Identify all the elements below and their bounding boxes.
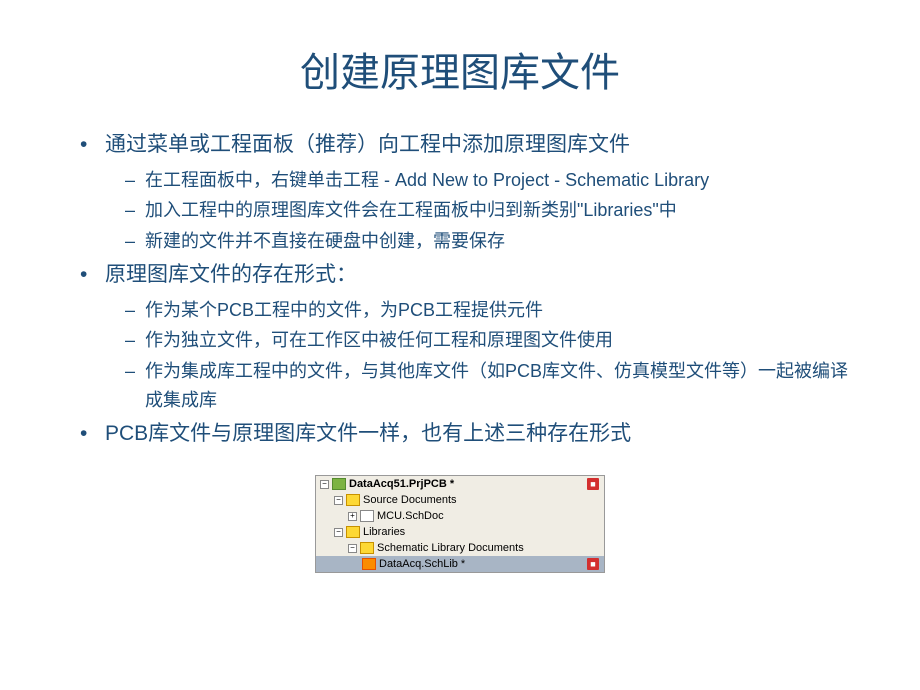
tree-row-schlib-file[interactable]: DataAcq.SchLib * ■ (316, 556, 604, 572)
bullet-level2: 加入工程中的原理图库文件会在工程面板中归到新类别"Libraries"中 (125, 196, 860, 225)
info-icon[interactable]: ■ (587, 558, 599, 570)
tree-label: DataAcq.SchLib * (379, 558, 465, 570)
document-icon (360, 510, 374, 522)
folder-icon (346, 526, 360, 538)
folder-icon (360, 542, 374, 554)
slide-title: 创建原理图库文件 (60, 40, 860, 98)
tree-label: Schematic Library Documents (377, 542, 524, 554)
collapse-icon[interactable]: + (348, 512, 357, 521)
tree-row-schdoc[interactable]: + MCU.SchDoc (316, 508, 604, 524)
tree-row-schlib-docs[interactable]: − Schematic Library Documents (316, 540, 604, 556)
project-icon (332, 478, 346, 490)
bullet-level2: 新建的文件并不直接在硬盘中创建，需要保存 (125, 227, 860, 256)
schlib-icon (362, 558, 376, 570)
bullet-level2: 作为某个PCB工程中的文件，为PCB工程提供元件 (125, 296, 860, 325)
tree-label: Libraries (363, 526, 405, 538)
bullet-level1: 通过菜单或工程面板（推荐）向工程中添加原理图库文件 (80, 128, 860, 162)
tree-row-libraries[interactable]: − Libraries (316, 524, 604, 540)
tree-label: DataAcq51.PrjPCB * (349, 478, 454, 490)
info-icon[interactable]: ■ (587, 478, 599, 490)
tree-row-project[interactable]: − DataAcq51.PrjPCB * ■ (316, 476, 604, 492)
slide-content: 通过菜单或工程面板（推荐）向工程中添加原理图库文件 在工程面板中，右键单击工程 … (60, 128, 860, 450)
bullet-level2: 在工程面板中，右键单击工程 - Add New to Project - Sch… (125, 166, 860, 195)
tree-label: MCU.SchDoc (377, 510, 444, 522)
bullet-level2: 作为集成库工程中的文件，与其他库文件（如PCB库文件、仿真模型文件等）一起被编译… (125, 357, 860, 415)
tree-label: Source Documents (363, 494, 457, 506)
folder-icon (346, 494, 360, 506)
collapse-icon[interactable]: − (334, 528, 343, 537)
bullet-level1: PCB库文件与原理图库文件一样，也有上述三种存在形式 (80, 417, 860, 451)
tree-row-source-docs[interactable]: − Source Documents (316, 492, 604, 508)
collapse-icon[interactable]: − (320, 480, 329, 489)
collapse-icon[interactable]: − (334, 496, 343, 505)
bullet-level1: 原理图库文件的存在形式： (80, 258, 860, 292)
project-tree-panel: − DataAcq51.PrjPCB * ■ − Source Document… (315, 475, 605, 573)
bullet-level2: 作为独立文件，可在工作区中被任何工程和原理图文件使用 (125, 326, 860, 355)
collapse-icon[interactable]: − (348, 544, 357, 553)
